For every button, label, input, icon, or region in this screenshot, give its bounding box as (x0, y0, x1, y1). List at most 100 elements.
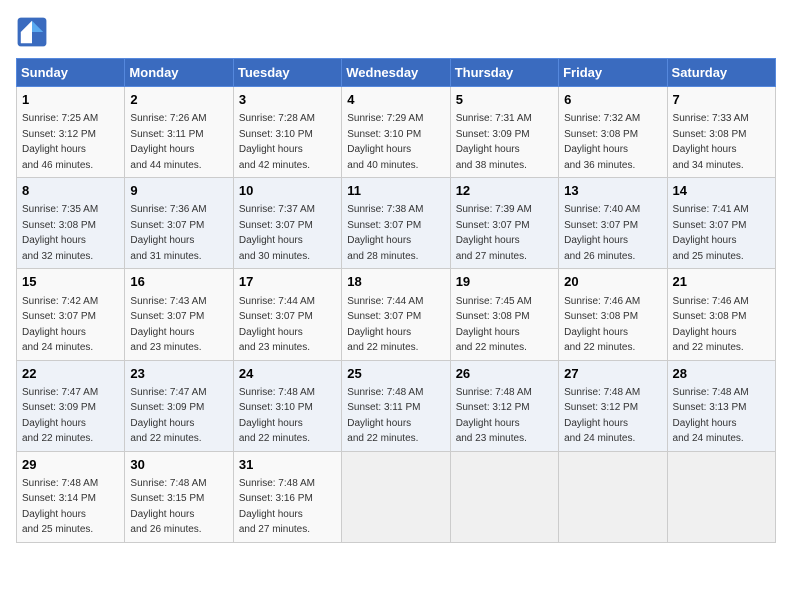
day-number: 24 (239, 365, 336, 383)
calendar-cell: 15 Sunrise: 7:42 AMSunset: 3:07 PMDaylig… (17, 269, 125, 360)
calendar-body: 1 Sunrise: 7:25 AMSunset: 3:12 PMDayligh… (17, 87, 776, 543)
weekday-header-tuesday: Tuesday (233, 59, 341, 87)
calendar-cell: 11 Sunrise: 7:38 AMSunset: 3:07 PMDaylig… (342, 178, 450, 269)
day-info: Sunrise: 7:44 AMSunset: 3:07 PMDaylight … (239, 296, 315, 354)
calendar-cell: 22 Sunrise: 7:47 AMSunset: 3:09 PMDaylig… (17, 360, 125, 451)
day-number: 21 (673, 273, 770, 291)
day-info: Sunrise: 7:46 AMSunset: 3:08 PMDaylight … (673, 296, 749, 354)
day-info: Sunrise: 7:48 AMSunset: 3:12 PMDaylight … (564, 387, 640, 445)
day-number: 25 (347, 365, 444, 383)
day-info: Sunrise: 7:48 AMSunset: 3:16 PMDaylight … (239, 478, 315, 536)
calendar-cell: 16 Sunrise: 7:43 AMSunset: 3:07 PMDaylig… (125, 269, 233, 360)
logo (16, 16, 52, 48)
day-info: Sunrise: 7:47 AMSunset: 3:09 PMDaylight … (130, 387, 206, 445)
day-number: 8 (22, 182, 119, 200)
day-number: 6 (564, 91, 661, 109)
day-info: Sunrise: 7:28 AMSunset: 3:10 PMDaylight … (239, 113, 315, 171)
calendar-cell (450, 451, 558, 542)
page-header (16, 16, 776, 48)
calendar-header-row: SundayMondayTuesdayWednesdayThursdayFrid… (17, 59, 776, 87)
calendar-week-3: 15 Sunrise: 7:42 AMSunset: 3:07 PMDaylig… (17, 269, 776, 360)
day-number: 17 (239, 273, 336, 291)
day-info: Sunrise: 7:36 AMSunset: 3:07 PMDaylight … (130, 204, 206, 262)
calendar-cell: 3 Sunrise: 7:28 AMSunset: 3:10 PMDayligh… (233, 87, 341, 178)
day-number: 16 (130, 273, 227, 291)
calendar-cell: 19 Sunrise: 7:45 AMSunset: 3:08 PMDaylig… (450, 269, 558, 360)
day-info: Sunrise: 7:46 AMSunset: 3:08 PMDaylight … (564, 296, 640, 354)
day-info: Sunrise: 7:42 AMSunset: 3:07 PMDaylight … (22, 296, 98, 354)
day-info: Sunrise: 7:38 AMSunset: 3:07 PMDaylight … (347, 204, 423, 262)
calendar-week-5: 29 Sunrise: 7:48 AMSunset: 3:14 PMDaylig… (17, 451, 776, 542)
day-number: 12 (456, 182, 553, 200)
day-number: 10 (239, 182, 336, 200)
day-number: 13 (564, 182, 661, 200)
day-info: Sunrise: 7:29 AMSunset: 3:10 PMDaylight … (347, 113, 423, 171)
calendar-week-4: 22 Sunrise: 7:47 AMSunset: 3:09 PMDaylig… (17, 360, 776, 451)
calendar-cell: 13 Sunrise: 7:40 AMSunset: 3:07 PMDaylig… (559, 178, 667, 269)
day-number: 28 (673, 365, 770, 383)
day-number: 1 (22, 91, 119, 109)
weekday-header-wednesday: Wednesday (342, 59, 450, 87)
weekday-header-saturday: Saturday (667, 59, 775, 87)
day-number: 30 (130, 456, 227, 474)
day-info: Sunrise: 7:26 AMSunset: 3:11 PMDaylight … (130, 113, 206, 171)
day-number: 7 (673, 91, 770, 109)
weekday-header-friday: Friday (559, 59, 667, 87)
day-info: Sunrise: 7:48 AMSunset: 3:13 PMDaylight … (673, 387, 749, 445)
day-info: Sunrise: 7:33 AMSunset: 3:08 PMDaylight … (673, 113, 749, 171)
calendar-cell (559, 451, 667, 542)
calendar-cell: 17 Sunrise: 7:44 AMSunset: 3:07 PMDaylig… (233, 269, 341, 360)
calendar-cell: 4 Sunrise: 7:29 AMSunset: 3:10 PMDayligh… (342, 87, 450, 178)
day-number: 27 (564, 365, 661, 383)
weekday-header-sunday: Sunday (17, 59, 125, 87)
day-number: 4 (347, 91, 444, 109)
calendar-week-1: 1 Sunrise: 7:25 AMSunset: 3:12 PMDayligh… (17, 87, 776, 178)
day-info: Sunrise: 7:47 AMSunset: 3:09 PMDaylight … (22, 387, 98, 445)
calendar-cell: 14 Sunrise: 7:41 AMSunset: 3:07 PMDaylig… (667, 178, 775, 269)
day-number: 9 (130, 182, 227, 200)
day-info: Sunrise: 7:39 AMSunset: 3:07 PMDaylight … (456, 204, 532, 262)
day-info: Sunrise: 7:40 AMSunset: 3:07 PMDaylight … (564, 204, 640, 262)
weekday-header-thursday: Thursday (450, 59, 558, 87)
day-number: 23 (130, 365, 227, 383)
day-info: Sunrise: 7:25 AMSunset: 3:12 PMDaylight … (22, 113, 98, 171)
calendar-cell (667, 451, 775, 542)
day-number: 2 (130, 91, 227, 109)
calendar-cell: 29 Sunrise: 7:48 AMSunset: 3:14 PMDaylig… (17, 451, 125, 542)
calendar-cell: 25 Sunrise: 7:48 AMSunset: 3:11 PMDaylig… (342, 360, 450, 451)
calendar-cell: 7 Sunrise: 7:33 AMSunset: 3:08 PMDayligh… (667, 87, 775, 178)
day-info: Sunrise: 7:48 AMSunset: 3:15 PMDaylight … (130, 478, 206, 536)
calendar-cell: 26 Sunrise: 7:48 AMSunset: 3:12 PMDaylig… (450, 360, 558, 451)
day-info: Sunrise: 7:45 AMSunset: 3:08 PMDaylight … (456, 296, 532, 354)
calendar-cell: 12 Sunrise: 7:39 AMSunset: 3:07 PMDaylig… (450, 178, 558, 269)
logo-icon (16, 16, 48, 48)
day-info: Sunrise: 7:41 AMSunset: 3:07 PMDaylight … (673, 204, 749, 262)
day-number: 18 (347, 273, 444, 291)
calendar-cell: 8 Sunrise: 7:35 AMSunset: 3:08 PMDayligh… (17, 178, 125, 269)
day-number: 3 (239, 91, 336, 109)
day-info: Sunrise: 7:48 AMSunset: 3:11 PMDaylight … (347, 387, 423, 445)
day-info: Sunrise: 7:44 AMSunset: 3:07 PMDaylight … (347, 296, 423, 354)
day-number: 5 (456, 91, 553, 109)
weekday-header-monday: Monday (125, 59, 233, 87)
day-number: 31 (239, 456, 336, 474)
day-info: Sunrise: 7:48 AMSunset: 3:12 PMDaylight … (456, 387, 532, 445)
day-number: 20 (564, 273, 661, 291)
day-number: 29 (22, 456, 119, 474)
calendar-cell: 30 Sunrise: 7:48 AMSunset: 3:15 PMDaylig… (125, 451, 233, 542)
day-number: 15 (22, 273, 119, 291)
calendar-cell: 31 Sunrise: 7:48 AMSunset: 3:16 PMDaylig… (233, 451, 341, 542)
calendar-cell: 20 Sunrise: 7:46 AMSunset: 3:08 PMDaylig… (559, 269, 667, 360)
day-number: 11 (347, 182, 444, 200)
calendar-cell: 23 Sunrise: 7:47 AMSunset: 3:09 PMDaylig… (125, 360, 233, 451)
calendar-cell: 6 Sunrise: 7:32 AMSunset: 3:08 PMDayligh… (559, 87, 667, 178)
day-info: Sunrise: 7:37 AMSunset: 3:07 PMDaylight … (239, 204, 315, 262)
calendar-table: SundayMondayTuesdayWednesdayThursdayFrid… (16, 58, 776, 543)
calendar-cell: 28 Sunrise: 7:48 AMSunset: 3:13 PMDaylig… (667, 360, 775, 451)
calendar-cell: 10 Sunrise: 7:37 AMSunset: 3:07 PMDaylig… (233, 178, 341, 269)
day-number: 14 (673, 182, 770, 200)
calendar-week-2: 8 Sunrise: 7:35 AMSunset: 3:08 PMDayligh… (17, 178, 776, 269)
calendar-cell (342, 451, 450, 542)
calendar-cell: 21 Sunrise: 7:46 AMSunset: 3:08 PMDaylig… (667, 269, 775, 360)
calendar-cell: 5 Sunrise: 7:31 AMSunset: 3:09 PMDayligh… (450, 87, 558, 178)
